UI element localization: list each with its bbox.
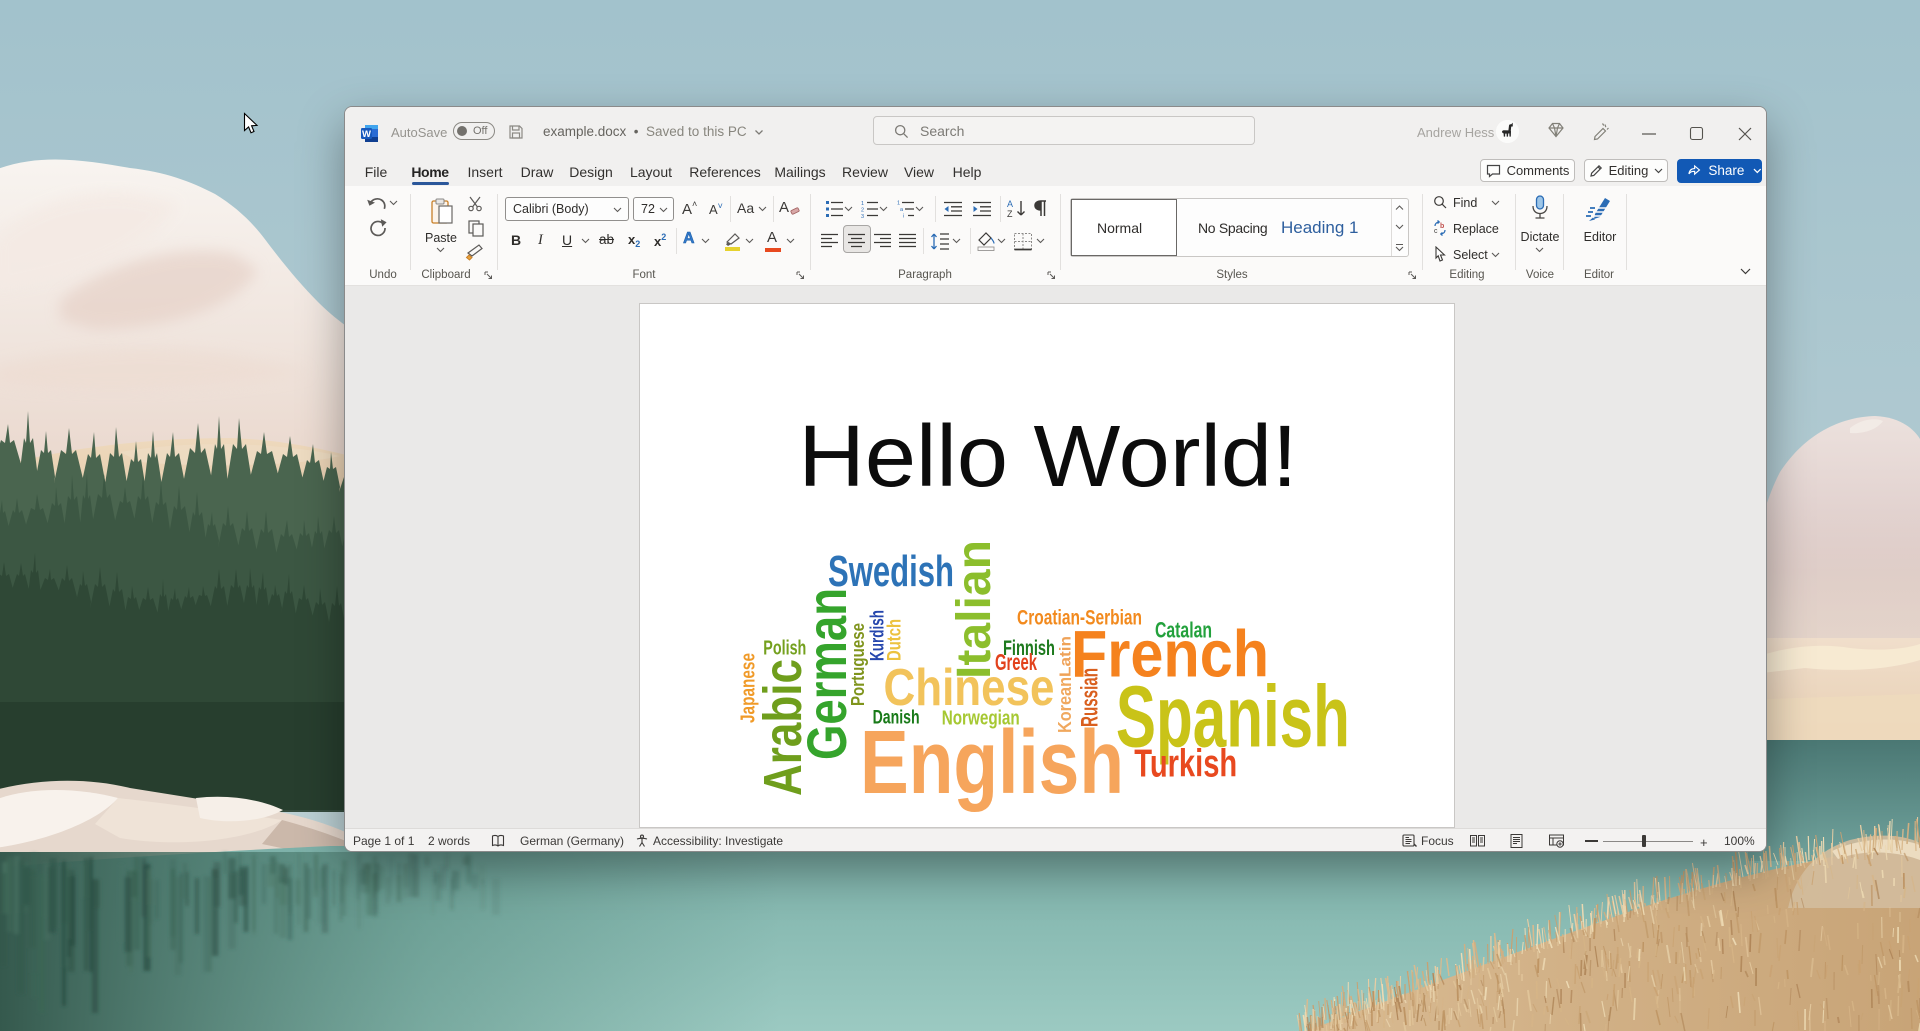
svg-text:Korean: Korean [1055,677,1075,733]
svg-text:Latin: Latin [1058,636,1075,677]
svg-text:Dutch: Dutch [885,619,906,661]
svg-text:1: 1 [897,201,900,207]
svg-text:Arabic: Arabic [753,659,813,796]
svg-text:Japanese: Japanese [738,653,760,723]
svg-text:i: i [903,214,904,219]
svg-text:2: 2 [861,208,864,214]
svg-text:3: 3 [861,214,864,218]
svg-text:Italian: Italian [948,540,1001,679]
svg-text:b: b [1440,223,1444,230]
svg-text:Russian: Russian [1077,668,1104,727]
svg-text:c: c [1434,228,1438,235]
svg-text:W: W [362,129,371,140]
svg-text:a: a [900,207,904,213]
svg-text:Z: Z [1007,209,1013,219]
svg-text:A: A [1007,199,1013,209]
svg-text:Turkish: Turkish [1134,742,1237,785]
svg-text:English: English [860,713,1124,813]
svg-text:1: 1 [861,201,864,207]
svg-text:Portuguese: Portuguese [848,623,868,706]
